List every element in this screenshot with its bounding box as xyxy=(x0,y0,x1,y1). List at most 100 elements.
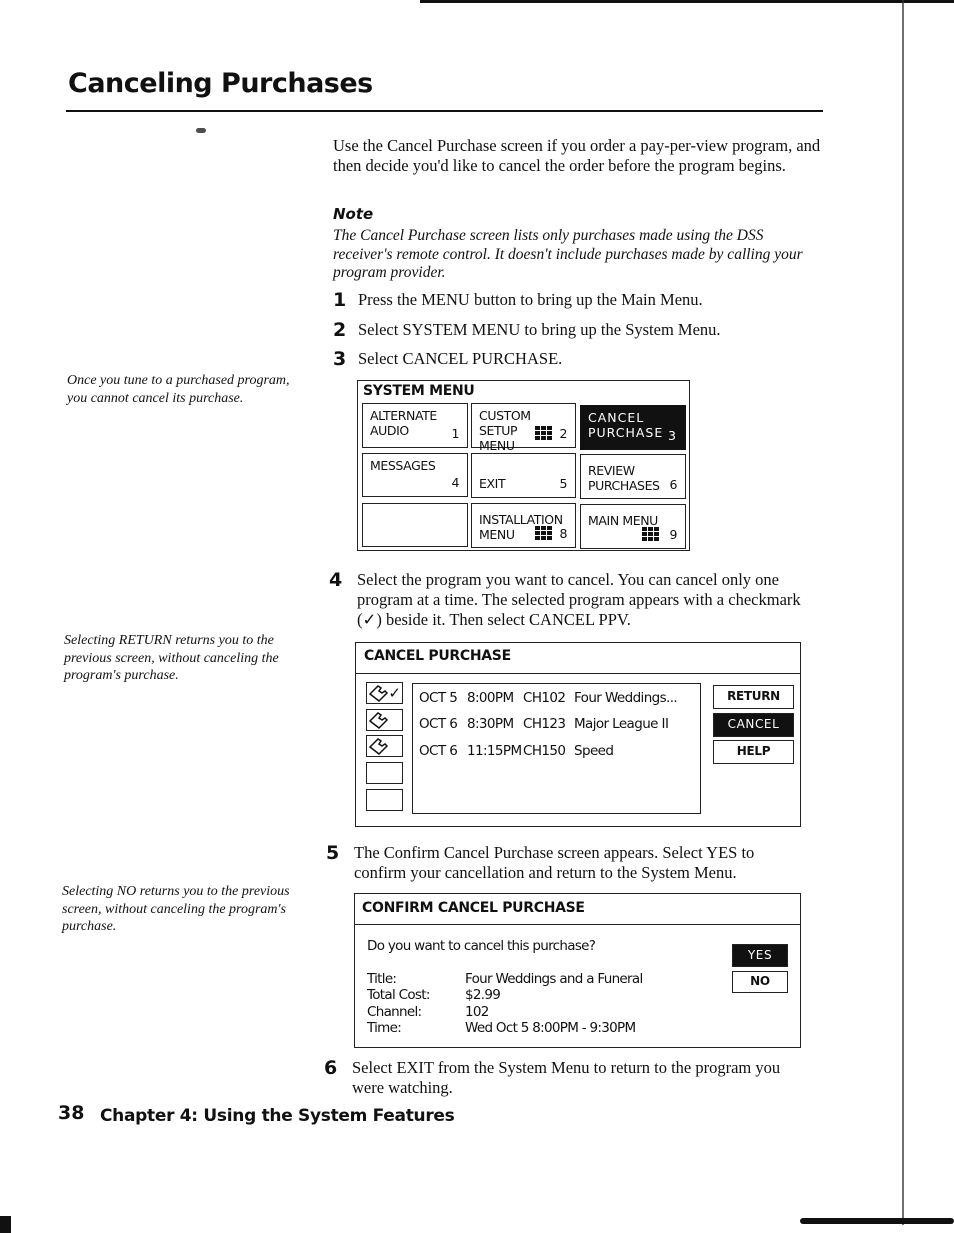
scan-edge-right xyxy=(902,0,904,1225)
step-number: 2 xyxy=(333,319,347,341)
step-number: 6 xyxy=(324,1057,338,1079)
submenu-grid-icon xyxy=(535,526,552,540)
tile-label: AUDIO xyxy=(370,423,409,438)
ticket-icon xyxy=(368,738,389,755)
chapter-title: Chapter 4: Using the System Features xyxy=(100,1106,455,1126)
page-title: Canceling Purchases xyxy=(68,68,373,99)
menu-tile-main-menu[interactable]: MAIN MENU 9 xyxy=(580,504,686,549)
tile-label: EXIT xyxy=(479,476,506,491)
step-3: 3 Select CANCEL PURCHASE. xyxy=(333,349,803,369)
menu-tile-messages[interactable]: MESSAGES 4 xyxy=(362,453,468,497)
row-date: OCT 6 xyxy=(419,743,458,759)
intro-paragraph: Use the Cancel Purchase screen if you or… xyxy=(333,136,821,175)
purchase-row[interactable]: OCT 6 8:30PM CH123 Major League II xyxy=(419,716,669,732)
menu-tile-exit[interactable]: EXIT 5 xyxy=(471,453,576,498)
step-2: 2 Select SYSTEM MENU to bring up the Sys… xyxy=(333,320,803,340)
detail-value: $2.99 xyxy=(465,987,501,1003)
page-number: 38 xyxy=(58,1102,85,1124)
detail-label: Title: xyxy=(367,971,397,987)
title-divider xyxy=(66,110,823,112)
row-program: Four Weddings... xyxy=(574,690,678,706)
tile-number: 2 xyxy=(559,426,567,441)
step-text: Select CANCEL PURCHASE. xyxy=(358,349,563,368)
purchase-list: OCT 5 8:00PM CH102 Four Weddings... OCT … xyxy=(412,683,701,814)
row-program: Speed xyxy=(574,743,614,759)
step-text: Select EXIT from the System Menu to retu… xyxy=(352,1058,781,1097)
detail-total-cost: Total Cost: $2.99 xyxy=(367,987,501,1004)
margin-note-return: Selecting RETURN returns you to the prev… xyxy=(64,633,279,683)
cancel-purchase-screen: CANCEL PURCHASE ✓ OCT 5 8:00PM CH102 Fou… xyxy=(355,642,801,827)
tile-number: 9 xyxy=(669,527,677,542)
detail-title: Title: Four Weddings and a Funeral xyxy=(367,971,643,988)
row-date: OCT 5 xyxy=(419,690,458,706)
step-number: 1 xyxy=(333,289,347,311)
margin-note-no: Selecting NO returns you to the previous… xyxy=(62,884,290,934)
step-5: 5 The Confirm Cancel Purchase screen app… xyxy=(326,843,799,883)
step-1: 1 Press the MENU button to bring up the … xyxy=(333,290,803,310)
empty-checkbox-4[interactable] xyxy=(366,762,403,784)
tile-label: REVIEW xyxy=(588,463,635,478)
margin-note-tune: Once you tune to a purchased program, yo… xyxy=(67,373,290,406)
step-number: 4 xyxy=(329,569,343,591)
system-menu-screen: SYSTEM MENU ALTERNATE AUDIO 1 CUSTOM SET… xyxy=(357,380,690,551)
menu-tile-alternate-audio[interactable]: ALTERNATE AUDIO 1 xyxy=(362,403,468,448)
step-4: 4 Select the program you want to cancel.… xyxy=(329,570,802,630)
scan-corner-mark xyxy=(0,1216,11,1233)
tile-number: 8 xyxy=(559,526,567,541)
cancel-purchase-title: CANCEL PURCHASE xyxy=(364,648,511,664)
row-channel: CH123 xyxy=(523,716,566,732)
confirm-question: Do you want to cancel this purchase? xyxy=(367,938,596,954)
detail-channel: Channel: 102 xyxy=(367,1004,489,1021)
row-channel: CH150 xyxy=(523,743,566,759)
cancel-ppv-button[interactable]: CANCEL PPV xyxy=(713,713,794,752)
ticket-checkbox-2[interactable] xyxy=(366,709,403,731)
yes-button[interactable]: YES xyxy=(732,944,788,967)
purchase-row[interactable]: OCT 5 8:00PM CH102 Four Weddings... xyxy=(419,690,678,706)
tile-label: PURCHASE xyxy=(588,425,664,440)
tile-label: CANCEL xyxy=(588,410,645,425)
detail-label: Total Cost: xyxy=(367,987,430,1003)
checkmark-icon: ✓ xyxy=(388,684,401,702)
step-text: Press the MENU button to bring up the Ma… xyxy=(358,290,703,309)
scan-smudge xyxy=(196,128,206,133)
step-text: Select the program you want to cancel. Y… xyxy=(357,570,801,629)
purchase-row[interactable]: OCT 6 11:15PM CH150 Speed xyxy=(419,743,614,759)
return-button[interactable]: RETURN xyxy=(713,685,794,709)
menu-tile-cancel-purchase[interactable]: CANCEL PURCHASE 3 xyxy=(580,405,686,450)
tile-label: MESSAGES xyxy=(370,458,436,473)
tile-label: MENU xyxy=(479,438,515,453)
no-button[interactable]: NO xyxy=(732,971,788,993)
row-time: 11:15PM xyxy=(467,743,522,759)
menu-tile-custom-setup[interactable]: CUSTOM SETUP MENU 2 xyxy=(471,403,576,453)
scan-edge-bottom xyxy=(800,1218,954,1224)
detail-value: Four Weddings and a Funeral xyxy=(465,971,643,987)
row-channel: CH102 xyxy=(523,690,566,706)
tile-label: PURCHASES xyxy=(588,478,660,493)
menu-tile-review-purchases[interactable]: REVIEW PURCHASES 6 xyxy=(580,454,686,499)
menu-tile-installation[interactable]: INSTALLATION MENU 8 xyxy=(471,503,576,548)
step-6: 6 Select EXIT from the System Menu to re… xyxy=(324,1058,797,1098)
note-text: The Cancel Purchase screen lists only pu… xyxy=(333,227,803,281)
tile-number: 3 xyxy=(668,428,677,443)
ticket-checkbox-3[interactable] xyxy=(366,735,403,757)
row-program: Major League II xyxy=(574,716,669,732)
ticket-checkbox-1[interactable]: ✓ xyxy=(366,682,403,704)
row-date: OCT 6 xyxy=(419,716,458,732)
submenu-grid-icon xyxy=(642,527,659,541)
empty-checkbox-5[interactable] xyxy=(366,789,403,811)
screen-header: CONFIRM CANCEL PURCHASE xyxy=(355,894,800,925)
tile-label: CUSTOM SETUP xyxy=(479,408,531,438)
detail-label: Time: xyxy=(367,1020,402,1036)
tile-number: 1 xyxy=(451,426,459,441)
tile-number: 6 xyxy=(669,477,677,492)
help-button[interactable]: HELP xyxy=(713,740,794,764)
note-heading: Note xyxy=(333,205,374,223)
confirm-cancel-title: CONFIRM CANCEL PURCHASE xyxy=(362,900,585,916)
tile-label: INSTALLATION xyxy=(479,512,563,527)
step-number: 5 xyxy=(326,842,340,864)
detail-value: 102 xyxy=(465,1004,489,1020)
step-text: The Confirm Cancel Purchase screen appea… xyxy=(354,843,755,882)
menu-tile-empty xyxy=(362,503,468,547)
confirm-cancel-screen: CONFIRM CANCEL PURCHASE Do you want to c… xyxy=(354,893,801,1048)
tile-label: MENU xyxy=(479,527,515,542)
